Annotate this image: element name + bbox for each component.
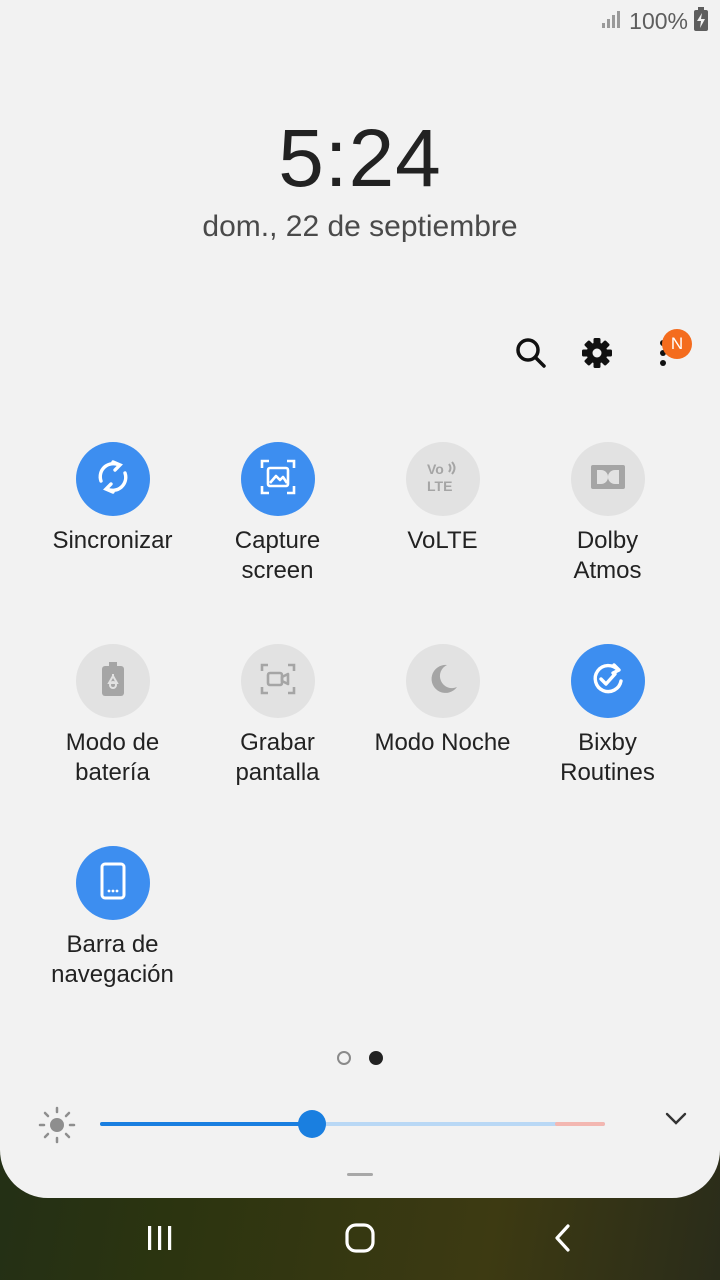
recents-button[interactable] — [130, 1218, 190, 1262]
signal-icon — [601, 9, 623, 34]
notification-badge: N — [662, 329, 692, 359]
svg-text:LTE: LTE — [427, 478, 452, 494]
tile-toggle[interactable] — [405, 644, 480, 718]
tile-grabar-pantalla[interactable]: Grabar pantalla — [195, 644, 360, 846]
tile-bixby-routines[interactable]: Bixby Routines — [525, 644, 690, 846]
status-bar: 100% — [601, 6, 708, 36]
tile-toggle[interactable]: Vo LTE — [405, 442, 480, 516]
gear-icon — [581, 337, 613, 374]
quick-settings-panel: 100% 5:24 dom., 22 de septiembre N Sincr… — [0, 0, 720, 1198]
recents-icon — [146, 1225, 174, 1256]
settings-button[interactable] — [564, 332, 630, 378]
tile-toggle[interactable] — [570, 644, 645, 718]
brightness-thumb[interactable] — [298, 1110, 327, 1138]
phone-nav-icon — [99, 862, 127, 905]
tile-sincronizar[interactable]: Sincronizar — [30, 442, 195, 644]
screenshot-icon — [259, 458, 297, 501]
tile-toggle[interactable] — [75, 442, 150, 516]
tile-toggle[interactable] — [240, 442, 315, 516]
panel-drag-handle[interactable] — [347, 1173, 373, 1176]
page-indicator — [0, 1051, 720, 1065]
moon-icon — [425, 661, 461, 702]
navigation-bar — [0, 1198, 720, 1280]
home-button[interactable] — [330, 1218, 390, 1262]
tile-label: Sincronizar — [52, 527, 173, 554]
chevron-down-icon — [664, 1112, 688, 1130]
tile-volte[interactable]: Vo LTE VoLTE — [360, 442, 525, 644]
tile-toggle[interactable] — [570, 442, 645, 516]
tile-toggle[interactable] — [240, 644, 315, 718]
volte-icon: Vo LTE — [423, 459, 463, 500]
quick-settings-toolbar: N — [498, 329, 696, 378]
screen-record-icon — [259, 662, 297, 701]
tile-barra-navegacion[interactable]: Barra de navegación — [30, 846, 195, 1048]
search-button[interactable] — [498, 332, 564, 378]
bixby-routines-icon — [588, 659, 628, 704]
clock-date: dom., 22 de septiembre — [202, 210, 518, 243]
tile-label: VoLTE — [407, 527, 478, 554]
page-dot-2[interactable] — [369, 1051, 383, 1065]
tile-label: Grabar pantalla — [235, 729, 320, 786]
expand-button[interactable] — [664, 1110, 688, 1131]
brightness-fill — [100, 1122, 313, 1126]
back-icon — [552, 1223, 572, 1258]
clock-time: 5:24 — [278, 113, 442, 204]
brightness-icon — [38, 1106, 76, 1149]
tile-label: Capture screen — [234, 527, 321, 584]
tile-label: Modo Noche — [374, 729, 511, 756]
tile-toggle[interactable] — [75, 644, 150, 718]
search-icon — [515, 337, 547, 374]
tile-modo-noche[interactable]: Modo Noche — [360, 644, 525, 846]
tile-label: Modo de batería — [65, 729, 160, 786]
page-dot-1[interactable] — [337, 1051, 351, 1065]
tile-label: Dolby Atmos — [573, 527, 642, 584]
home-icon — [345, 1222, 375, 1258]
svg-text:Vo: Vo — [427, 461, 444, 477]
battery-percent: 100% — [629, 7, 688, 34]
sync-icon — [93, 457, 133, 502]
quick-tiles-grid: Sincronizar Capture screen Vo LTE VoLTE … — [30, 442, 690, 1048]
battery-charging-icon — [694, 6, 708, 36]
more-options-button[interactable]: N — [630, 329, 696, 378]
back-button[interactable] — [532, 1218, 592, 1262]
tile-capture-screen[interactable]: Capture screen — [195, 442, 360, 644]
brightness-warm-zone — [555, 1122, 605, 1126]
brightness-slider[interactable] — [100, 1110, 605, 1138]
tile-label: Bixby Routines — [560, 729, 655, 786]
tile-modo-bateria[interactable]: Modo de batería — [30, 644, 195, 846]
battery-mode-icon — [100, 661, 126, 702]
tile-label: Barra de navegación — [51, 931, 174, 988]
brightness-control — [38, 1104, 688, 1144]
dolby-icon — [590, 464, 626, 495]
tile-toggle[interactable] — [75, 846, 150, 920]
tile-dolby-atmos[interactable]: Dolby Atmos — [525, 442, 690, 644]
